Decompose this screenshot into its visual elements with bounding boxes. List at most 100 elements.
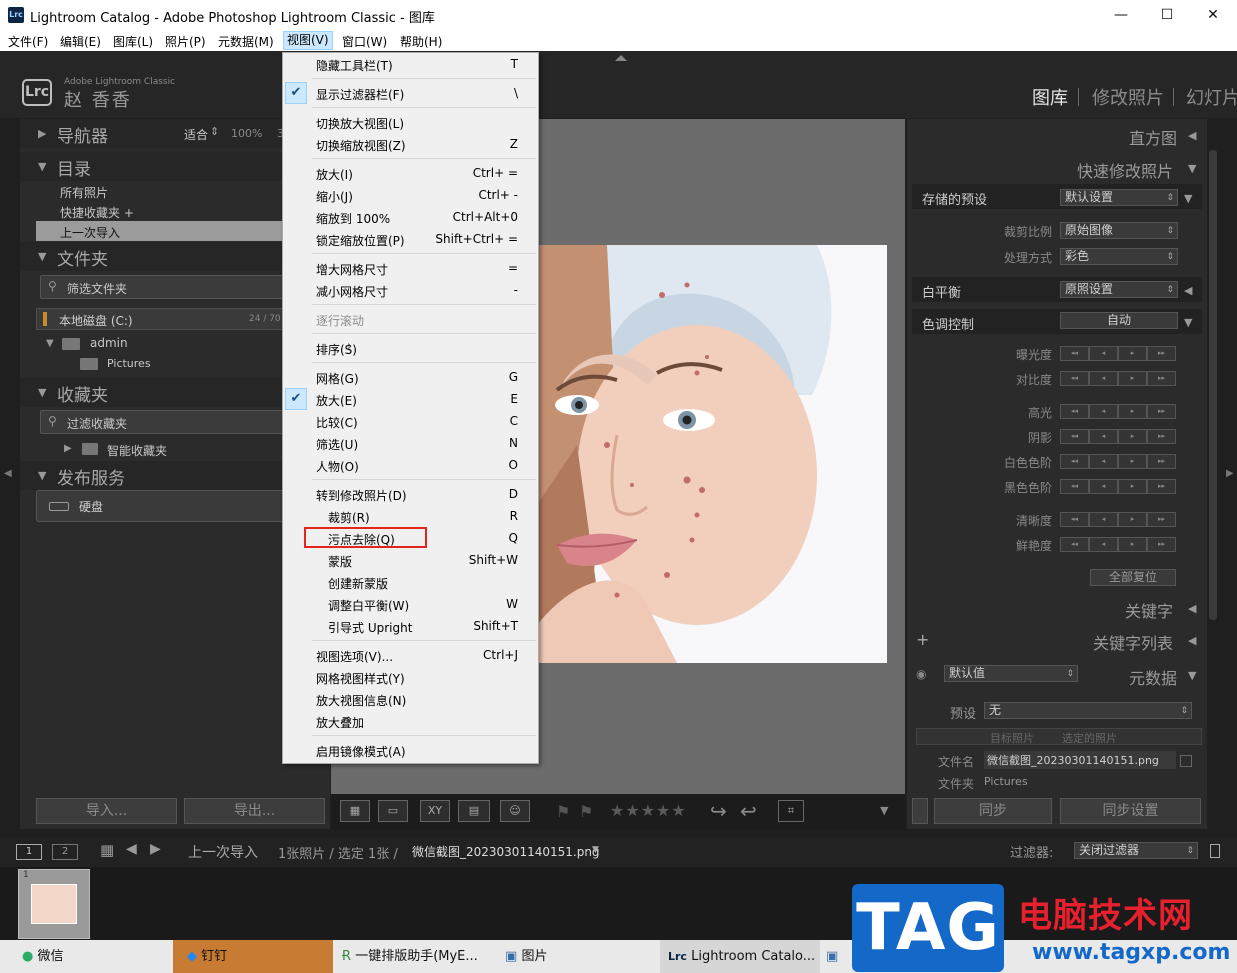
catalog-item-all[interactable]: 所有照片 <box>36 181 296 201</box>
view-menu-item[interactable]: 引导式 Upright Shift+T <box>283 615 538 637</box>
people-view-icon[interactable]: ☺ <box>500 800 530 822</box>
import-button[interactable]: 导入... <box>36 798 177 824</box>
grid-view-icon[interactable]: ▦ <box>340 800 370 822</box>
menu-edit[interactable]: 编辑(E) <box>60 33 101 50</box>
view-menu-item[interactable]: 减小网格尺寸 - <box>283 279 538 301</box>
right-panel-scrollbar[interactable] <box>1209 150 1217 620</box>
selected-photos-tab[interactable]: 选定的照片 <box>1062 730 1117 746</box>
module-library[interactable]: 图库 <box>1032 84 1068 110</box>
collapsed-triangle-icon[interactable]: ◀ <box>1188 129 1196 142</box>
eye-icon[interactable]: ◉ <box>916 667 926 681</box>
shadows-stepper[interactable]: ◂◂ ◂ ▸ ▸▸ <box>1060 429 1176 444</box>
module-slideshow[interactable]: 幻灯片 <box>1186 84 1237 110</box>
forward-arrow-icon[interactable]: ▶ <box>150 841 161 857</box>
filename-field[interactable]: 微信截图_20230301140151.png <box>984 751 1176 769</box>
reset-all-button[interactable]: 全部复位 <box>1090 569 1176 586</box>
filename-dropdown-icon[interactable]: ▼ <box>592 845 599 855</box>
collapsed-triangle-icon[interactable]: ▶ <box>64 443 72 454</box>
view-menu-item[interactable]: 放大视图信息(N) › <box>283 688 538 710</box>
folder-search-input[interactable]: ⚲ 筛选文件夹 <box>40 275 290 299</box>
menu-view[interactable]: 视图(V) <box>283 31 333 50</box>
photo-preview[interactable] <box>537 245 887 663</box>
view-menu-item[interactable]: 创建新蒙版 › <box>283 571 538 593</box>
current-filename[interactable]: 微信截图_20230301140151.png <box>412 843 600 860</box>
auto-tone-button[interactable]: 自动 <box>1060 312 1178 329</box>
secondary-display-button[interactable]: 2 <box>52 844 78 860</box>
view-menu-item[interactable]: 排序(S) › <box>283 337 538 359</box>
white-balance-select[interactable]: 原照设置 ⇕ <box>1060 281 1178 298</box>
view-menu-item[interactable]: 蒙版 Shift+W <box>283 549 538 571</box>
expanded-triangle-icon[interactable]: ▼ <box>1188 669 1196 682</box>
menu-metadata[interactable]: 元数据(M) <box>218 33 274 50</box>
collapsed-triangle-icon[interactable]: ◀ <box>1188 634 1196 647</box>
view-menu-item[interactable]: 人物(O) O <box>283 454 538 476</box>
primary-display-button[interactable]: 1 <box>16 844 42 860</box>
folder-pictures[interactable]: Pictures <box>107 357 151 370</box>
quick-develop-header[interactable]: 快速修改照片 <box>1077 158 1173 182</box>
grid-icon[interactable]: ▦ <box>100 841 114 859</box>
vibrance-stepper[interactable]: ◂◂ ◂ ▸ ▸▸ <box>1060 537 1176 552</box>
view-menu-item[interactable]: 筛选(U) N <box>283 432 538 454</box>
taskbar-dingtalk[interactable]: ◆ 钉钉 <box>173 940 333 973</box>
treatment-select[interactable]: 彩色 ⇕ <box>1060 248 1178 265</box>
view-menu-item[interactable]: 启用镜像模式(A) <box>283 739 538 761</box>
flag-icon[interactable]: ⚑ <box>556 802 570 821</box>
filter-select[interactable]: 关闭过滤器 ⇕ <box>1074 842 1198 859</box>
view-menu-item[interactable]: 切换放大视图(L) <box>283 111 538 133</box>
catalog-item-last-import[interactable]: 上一次导入 <box>36 221 296 241</box>
menu-window[interactable]: 窗口(W) <box>342 33 387 50</box>
loupe-view-icon[interactable]: ▭ <box>378 800 408 822</box>
taskbar-photos[interactable]: ▣ 图片 <box>505 940 645 973</box>
maximize-button[interactable]: ☐ <box>1144 0 1190 30</box>
histogram-header[interactable]: 直方图 <box>1129 125 1177 149</box>
filmstrip-thumbnail[interactable]: 1 <box>18 869 90 939</box>
publish-hard-drive[interactable]: 硬盘 <box>36 490 292 522</box>
zoom-100[interactable]: 100% <box>231 127 262 140</box>
expanded-triangle-icon[interactable]: ▼ <box>1188 162 1196 175</box>
rotate-right-icon[interactable]: ↩ <box>740 799 757 823</box>
sync-settings-button[interactable]: 同步设置 <box>1060 798 1201 824</box>
folder-admin[interactable]: admin <box>90 336 128 350</box>
view-menu-item[interactable]: 锁定缩放位置(P) Shift+Ctrl+ = <box>283 228 538 250</box>
sync-button[interactable]: 同步 <box>934 798 1052 824</box>
compare-view-icon[interactable]: XY <box>420 800 450 822</box>
collapsed-triangle-icon[interactable]: ◀ <box>1188 602 1196 615</box>
metadata-header[interactable]: 元数据 <box>1129 665 1177 689</box>
rotate-left-icon[interactable]: ↪ <box>710 799 727 823</box>
collapsed-triangle-icon[interactable]: ◀ <box>1184 284 1192 297</box>
saved-preset-select[interactable]: 默认设置 ⇕ <box>1060 189 1178 206</box>
taskbar-image-icon[interactable]: ▣ <box>826 940 852 973</box>
view-menu-item[interactable]: ✔ 显示过滤器栏(F) \ <box>283 82 538 104</box>
export-button[interactable]: 导出... <box>184 798 325 824</box>
left-panel-toggle-icon[interactable]: ◀ <box>4 468 12 479</box>
metadata-preset-select[interactable]: 默认值 ⇕ <box>944 665 1078 682</box>
keyword-list-header[interactable]: 关键字列表 <box>1093 630 1173 654</box>
crop-ratio-select[interactable]: 原始图像 ⇕ <box>1060 222 1178 239</box>
view-menu-item[interactable]: 调整白平衡(W) W <box>283 593 538 615</box>
top-panel-toggle-icon[interactable] <box>615 55 627 61</box>
view-menu-item[interactable]: ✔ 放大(E) E <box>283 388 538 410</box>
preset-select[interactable]: 无 ⇕ <box>984 702 1192 719</box>
volume-row[interactable]: 本地磁盘 (C:) 24 / 70 <box>36 308 292 330</box>
blacks-stepper[interactable]: ◂◂ ◂ ▸ ▸▸ <box>1060 479 1176 494</box>
reject-flag-icon[interactable]: ⚑ <box>579 802 593 821</box>
collection-search-input[interactable]: ⚲ 过滤收藏夹 <box>40 410 290 434</box>
view-menu-item[interactable]: 网格(G) G <box>283 366 538 388</box>
view-menu-item[interactable]: 缩放到 100% Ctrl+Alt+0 <box>283 206 538 228</box>
target-photo-tab[interactable]: 目标照片 <box>990 730 1034 746</box>
add-keyword-icon[interactable]: + <box>916 630 929 649</box>
view-menu-item[interactable]: 放大(I) Ctrl+ = <box>283 162 538 184</box>
back-arrow-icon[interactable]: ◀ <box>126 841 137 857</box>
exposure-stepper[interactable]: ◂◂ ◂ ▸ ▸▸ <box>1060 346 1176 361</box>
view-menu-item[interactable]: 比较(C) C <box>283 410 538 432</box>
expanded-triangle-icon[interactable]: ▼ <box>1184 316 1192 329</box>
view-menu-item[interactable]: 视图选项(V)... Ctrl+J <box>283 644 538 666</box>
filter-lock-icon[interactable] <box>1210 844 1220 858</box>
filename-action-icon[interactable] <box>1180 755 1192 767</box>
view-menu-item[interactable]: 裁剪(R) R <box>283 505 538 527</box>
survey-view-icon[interactable]: ▤ <box>458 800 490 822</box>
toolbar-menu-chevron-down-icon[interactable]: ▼ <box>880 804 888 817</box>
catalog-item-quick[interactable]: 快捷收藏夹 + <box>36 201 296 221</box>
contrast-stepper[interactable]: ◂◂ ◂ ▸ ▸▸ <box>1060 371 1176 386</box>
keywording-header[interactable]: 关键字 <box>1125 598 1173 622</box>
